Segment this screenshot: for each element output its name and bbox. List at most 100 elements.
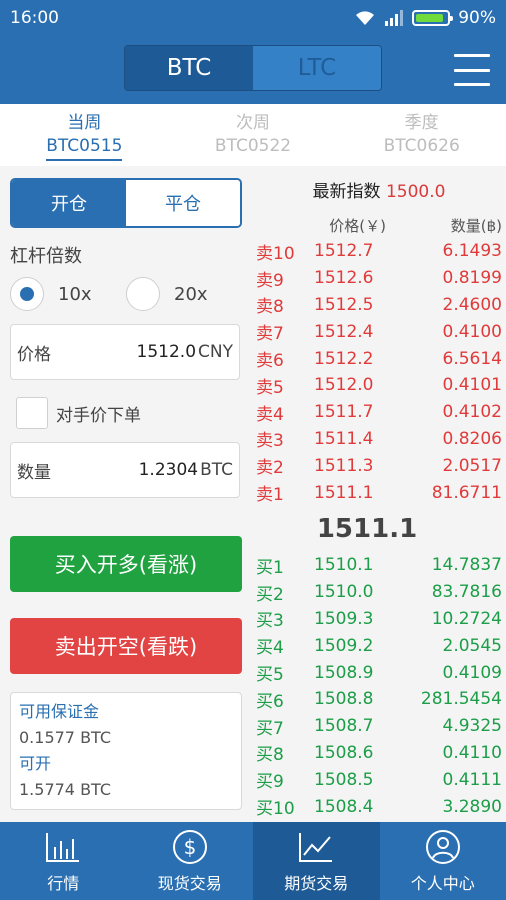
- ask-row[interactable]: 卖7 1512.4 0.4100: [256, 318, 502, 345]
- ask-quantity: 0.4100: [442, 321, 502, 342]
- tab-period-label: 季度: [404, 113, 439, 133]
- bid-price: 1510.1: [314, 555, 374, 576]
- leverage-option-20x[interactable]: 20x: [126, 277, 242, 311]
- bid-level-label: 买3: [256, 611, 284, 632]
- leverage-option-label: 10x: [58, 283, 92, 305]
- tab-period-label: 当周: [67, 113, 102, 133]
- bid-row[interactable]: 买5 1508.9 0.4109: [256, 659, 502, 686]
- ask-level-label: 卖3: [256, 431, 284, 452]
- ask-quantity: 6.5614: [442, 348, 502, 369]
- dollar-circle-icon: $: [172, 830, 207, 864]
- nav-label: 个人中心: [410, 874, 475, 893]
- bid-price: 1508.7: [314, 716, 374, 737]
- ask-level-label: 卖10: [256, 243, 295, 264]
- bid-quantity: 3.2890: [442, 796, 502, 817]
- coin-tab-ltc[interactable]: LTC: [253, 46, 381, 90]
- ask-row[interactable]: 卖4 1511.7 0.4102: [256, 399, 502, 426]
- bid-quantity: 281.5454: [420, 689, 502, 710]
- available-margin-label: 可用保证金: [19, 702, 100, 721]
- price-field[interactable]: 价格 1512.0 CNY: [10, 324, 240, 380]
- ask-level-label: 卖7: [256, 324, 284, 345]
- nav-futures-trading[interactable]: 期货交易: [253, 822, 380, 900]
- ask-quantity: 0.8206: [442, 428, 502, 449]
- bid-price: 1509.2: [314, 635, 374, 656]
- bid-row[interactable]: 买3 1509.3 10.2724: [256, 606, 502, 633]
- leverage-option-10x[interactable]: 10x: [10, 277, 126, 311]
- quantity-field[interactable]: 数量 1.2304 BTC: [10, 442, 240, 498]
- ask-level-label: 卖2: [256, 458, 284, 479]
- open-close-toggle: 开仓 平仓: [10, 178, 242, 228]
- coin-tab-btc[interactable]: BTC: [125, 46, 253, 90]
- bid-level-label: 买5: [256, 665, 284, 686]
- app-header: BTC LTC: [0, 36, 506, 104]
- bid-row[interactable]: 买6 1508.8 281.5454: [256, 686, 502, 713]
- radio-selected-icon: [10, 277, 44, 311]
- ask-row[interactable]: 卖6 1512.2 6.5614: [256, 345, 502, 372]
- bid-price: 1508.6: [314, 742, 374, 763]
- checkbox-icon[interactable]: [16, 397, 48, 429]
- bid-quantity: 2.0545: [442, 635, 502, 656]
- bid-price: 1508.5: [314, 769, 374, 790]
- bid-quantity: 0.4109: [442, 662, 502, 683]
- radio-unselected-icon: [126, 277, 160, 311]
- buy-long-button[interactable]: 买入开多(看涨): [10, 536, 242, 592]
- ask-price: 1511.1: [314, 482, 374, 503]
- tab-next-week[interactable]: 次周 BTC0522: [169, 104, 338, 166]
- open-position-tab[interactable]: 开仓: [12, 180, 126, 226]
- ask-level-label: 卖4: [256, 404, 284, 425]
- bid-level-label: 买7: [256, 718, 284, 739]
- bid-row[interactable]: 买2 1510.0 83.7816: [256, 579, 502, 606]
- nav-profile[interactable]: 个人中心: [380, 822, 506, 900]
- leverage-title: 杠杆倍数: [10, 246, 82, 267]
- ask-row[interactable]: 卖3 1511.4 0.8206: [256, 426, 502, 453]
- ask-row[interactable]: 卖1 1511.1 81.6711: [256, 479, 502, 506]
- price-value[interactable]: 1512.0: [137, 342, 196, 362]
- bid-level-label: 买8: [256, 745, 284, 766]
- ask-row[interactable]: 卖8 1512.5 2.4600: [256, 292, 502, 319]
- tab-contract-code: BTC0522: [214, 136, 292, 156]
- price-label: 价格: [17, 344, 51, 365]
- ask-quantity: 0.4101: [442, 375, 502, 396]
- ask-row[interactable]: 卖10 1512.7 6.1493: [256, 238, 502, 265]
- battery-percent: 90%: [458, 8, 496, 28]
- close-position-tab[interactable]: 平仓: [126, 180, 240, 226]
- leverage-options: 10x 20x: [10, 276, 242, 312]
- coin-toggle: BTC LTC: [124, 45, 382, 91]
- ask-quantity: 2.0517: [442, 455, 502, 476]
- price-unit: CNY: [198, 342, 233, 362]
- bid-price: 1510.0: [314, 582, 374, 603]
- bid-price: 1508.4: [314, 796, 374, 817]
- bid-quantity: 14.7837: [431, 555, 502, 576]
- counterparty-price-label: 对手价下单: [56, 405, 141, 426]
- bid-row[interactable]: 买10 1508.4 3.2890: [256, 793, 502, 820]
- bid-row[interactable]: 买1 1510.1 14.7837: [256, 552, 502, 579]
- ask-price: 1512.2: [314, 348, 374, 369]
- bid-row[interactable]: 买4 1509.2 2.0545: [256, 632, 502, 659]
- ask-row[interactable]: 卖5 1512.0 0.4101: [256, 372, 502, 399]
- tab-quarter[interactable]: 季度 BTC0626: [337, 104, 506, 166]
- quantity-value[interactable]: 1.2304: [139, 460, 198, 480]
- nav-spot-trading[interactable]: $ 现货交易: [127, 822, 254, 900]
- sell-short-button[interactable]: 卖出开空(看跌): [10, 618, 242, 674]
- bid-row[interactable]: 买8 1508.6 0.4110: [256, 740, 502, 767]
- nav-market[interactable]: 行情: [0, 822, 127, 900]
- bid-level-label: 买1: [256, 557, 284, 578]
- bid-row[interactable]: 买7 1508.7 4.9325: [256, 713, 502, 740]
- tab-this-week[interactable]: 当周 BTC0515: [0, 104, 169, 166]
- bid-quantity: 0.4110: [442, 742, 502, 763]
- bid-row[interactable]: 买9 1508.5 0.4111: [256, 766, 502, 793]
- counterparty-price-option[interactable]: 对手价下单: [10, 396, 242, 430]
- bid-price: 1508.9: [314, 662, 374, 683]
- ask-quantity: 2.4600: [442, 294, 502, 315]
- menu-icon[interactable]: [454, 54, 490, 86]
- status-time: 16:00: [10, 8, 59, 28]
- ask-row[interactable]: 卖2 1511.3 2.0517: [256, 452, 502, 479]
- svg-text:$: $: [183, 835, 196, 859]
- ask-price: 1511.7: [314, 402, 374, 423]
- ask-level-label: 卖5: [256, 377, 284, 398]
- ask-level-label: 卖1: [256, 485, 284, 506]
- ask-quantity: 0.4102: [442, 402, 502, 423]
- nav-label: 期货交易: [284, 874, 349, 893]
- ask-row[interactable]: 卖9 1512.6 0.8199: [256, 265, 502, 292]
- quantity-column-header: 数量(฿): [450, 216, 502, 235]
